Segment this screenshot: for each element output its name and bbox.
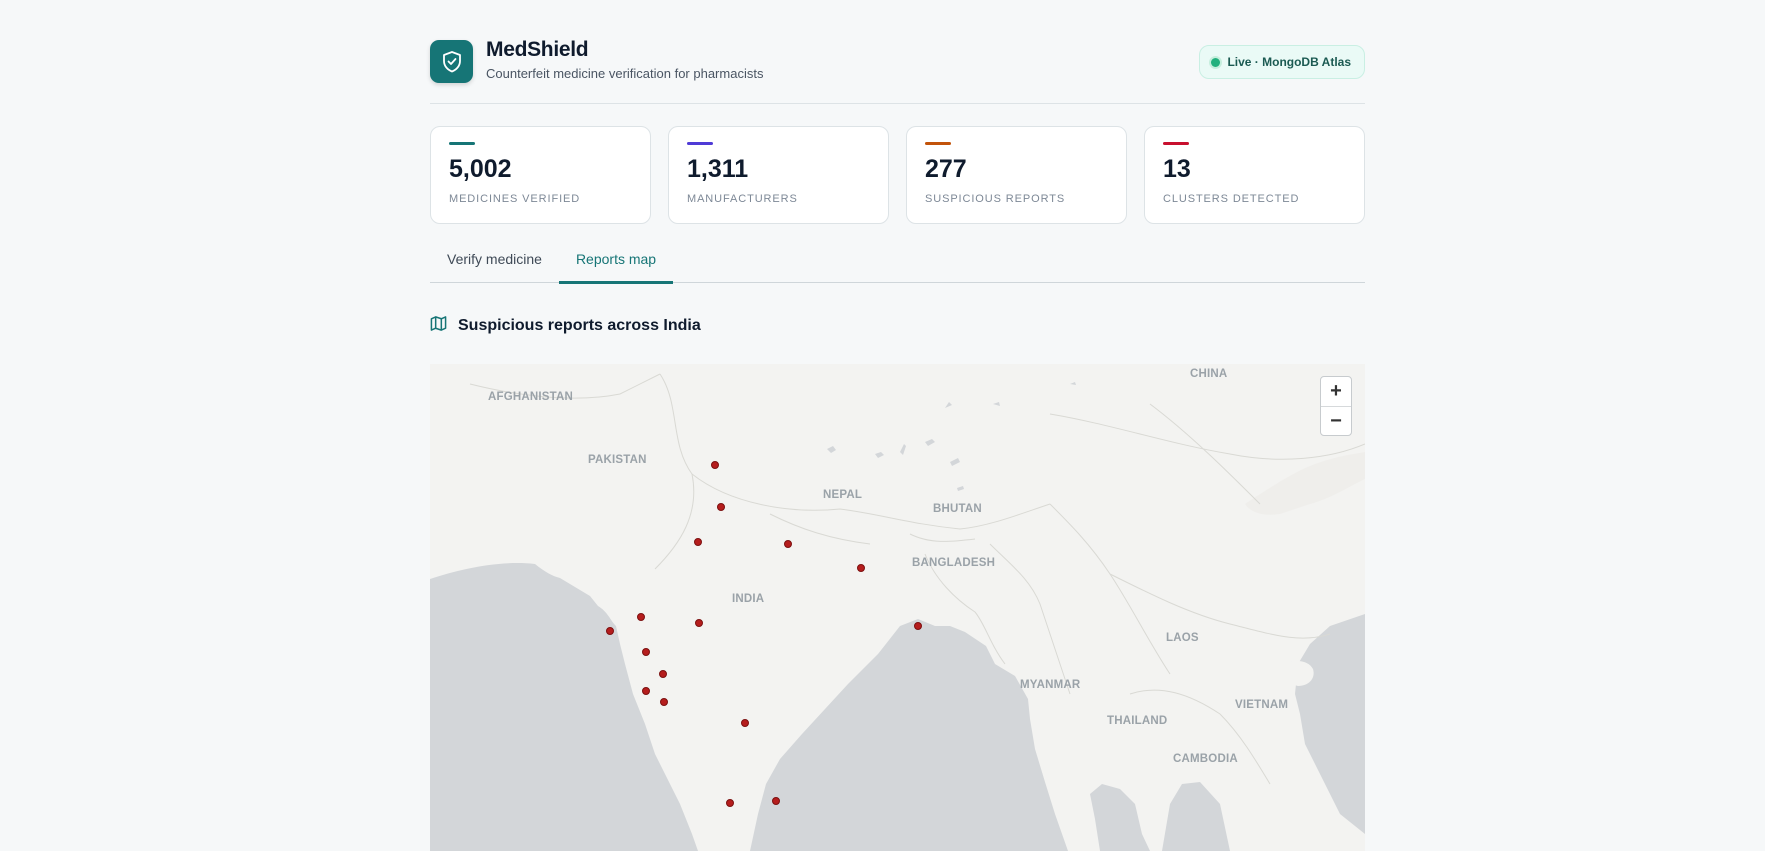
- report-marker[interactable]: [784, 540, 792, 548]
- stat-card-medicines: 5,002 Medicines verified: [430, 126, 651, 224]
- report-marker[interactable]: [660, 698, 668, 706]
- stat-value: 13: [1163, 155, 1191, 183]
- map-label-thailand: THAILAND: [1107, 715, 1168, 727]
- stat-value: 5,002: [449, 155, 512, 183]
- map-label-pakistan: PAKISTAN: [588, 454, 647, 466]
- app-title: MedShield: [486, 38, 589, 61]
- app-header: MedShield Counterfeit medicine verificat…: [430, 0, 1365, 104]
- stat-label: Clusters detected: [1163, 193, 1300, 205]
- map-basemap: [430, 364, 1365, 851]
- app-tagline: Counterfeit medicine verification for ph…: [486, 66, 764, 81]
- report-marker[interactable]: [857, 564, 865, 572]
- section-title: Suspicious reports across India: [458, 317, 701, 334]
- report-marker[interactable]: [695, 619, 703, 627]
- report-marker[interactable]: [642, 687, 650, 695]
- report-marker[interactable]: [637, 613, 645, 621]
- stat-card-manufacturers: 1,311 Manufacturers: [668, 126, 889, 224]
- stat-card-suspicious-reports: 277 Suspicious reports: [906, 126, 1127, 224]
- stat-card-clusters: 13 Clusters detected: [1144, 126, 1365, 224]
- report-marker[interactable]: [741, 719, 749, 727]
- stat-accent-bar: [925, 142, 951, 145]
- stats-row: 5,002 Medicines verified 1,311 Manufactu…: [430, 126, 1365, 224]
- stat-label: Manufacturers: [687, 193, 798, 205]
- map-label-bhutan: BHUTAN: [933, 503, 982, 515]
- report-marker[interactable]: [711, 461, 719, 469]
- map-label-cambodia: CAMBODIA: [1173, 753, 1238, 765]
- section-header: Suspicious reports across India: [430, 315, 701, 337]
- map-label-nepal: NEPAL: [823, 489, 863, 501]
- shield-check-icon: [430, 40, 473, 83]
- report-marker[interactable]: [694, 538, 702, 546]
- stat-value: 277: [925, 155, 967, 183]
- map-label-bangladesh: BANGLADESH: [912, 557, 996, 569]
- map-label-laos: LAOS: [1166, 632, 1199, 644]
- tab-verify-medicine[interactable]: Verify medicine: [430, 241, 559, 283]
- map-label-myanmar: MYANMAR: [1020, 679, 1081, 691]
- app-container: MedShield Counterfeit medicine verificat…: [430, 0, 1365, 851]
- report-marker[interactable]: [659, 670, 667, 678]
- live-status-icon: [1211, 57, 1221, 67]
- report-marker[interactable]: [726, 799, 734, 807]
- map-label-afghanistan: AFGHANISTAN: [488, 391, 574, 403]
- map-label-india: INDIA: [732, 593, 765, 605]
- zoom-out-button[interactable]: −: [1321, 406, 1351, 435]
- report-marker[interactable]: [606, 627, 614, 635]
- map-label-china: CHINA: [1190, 368, 1228, 380]
- status-badge: Live · MongoDB Atlas: [1199, 45, 1365, 79]
- zoom-controls: + −: [1320, 376, 1352, 436]
- report-marker[interactable]: [642, 648, 650, 656]
- report-marker[interactable]: [717, 503, 725, 511]
- zoom-in-button[interactable]: +: [1321, 377, 1351, 406]
- map-label-vietnam: VIETNAM: [1235, 699, 1289, 711]
- stat-label: Suspicious reports: [925, 193, 1066, 205]
- status-badge-label: Live · MongoDB Atlas: [1227, 55, 1351, 69]
- stat-accent-bar: [449, 142, 475, 145]
- report-marker[interactable]: [914, 622, 922, 630]
- stat-accent-bar: [1163, 142, 1189, 145]
- map-icon: [430, 315, 447, 337]
- report-marker[interactable]: [772, 797, 780, 805]
- reports-map[interactable]: AFGHANISTAN PAKISTAN NEPAL BHUTAN BANGLA…: [430, 364, 1365, 851]
- tab-bar: Verify medicine Reports map: [430, 241, 1365, 284]
- tab-reports-map[interactable]: Reports map: [558, 241, 674, 284]
- stat-value: 1,311: [687, 155, 749, 183]
- stat-accent-bar: [687, 142, 713, 145]
- stat-label: Medicines verified: [449, 193, 581, 205]
